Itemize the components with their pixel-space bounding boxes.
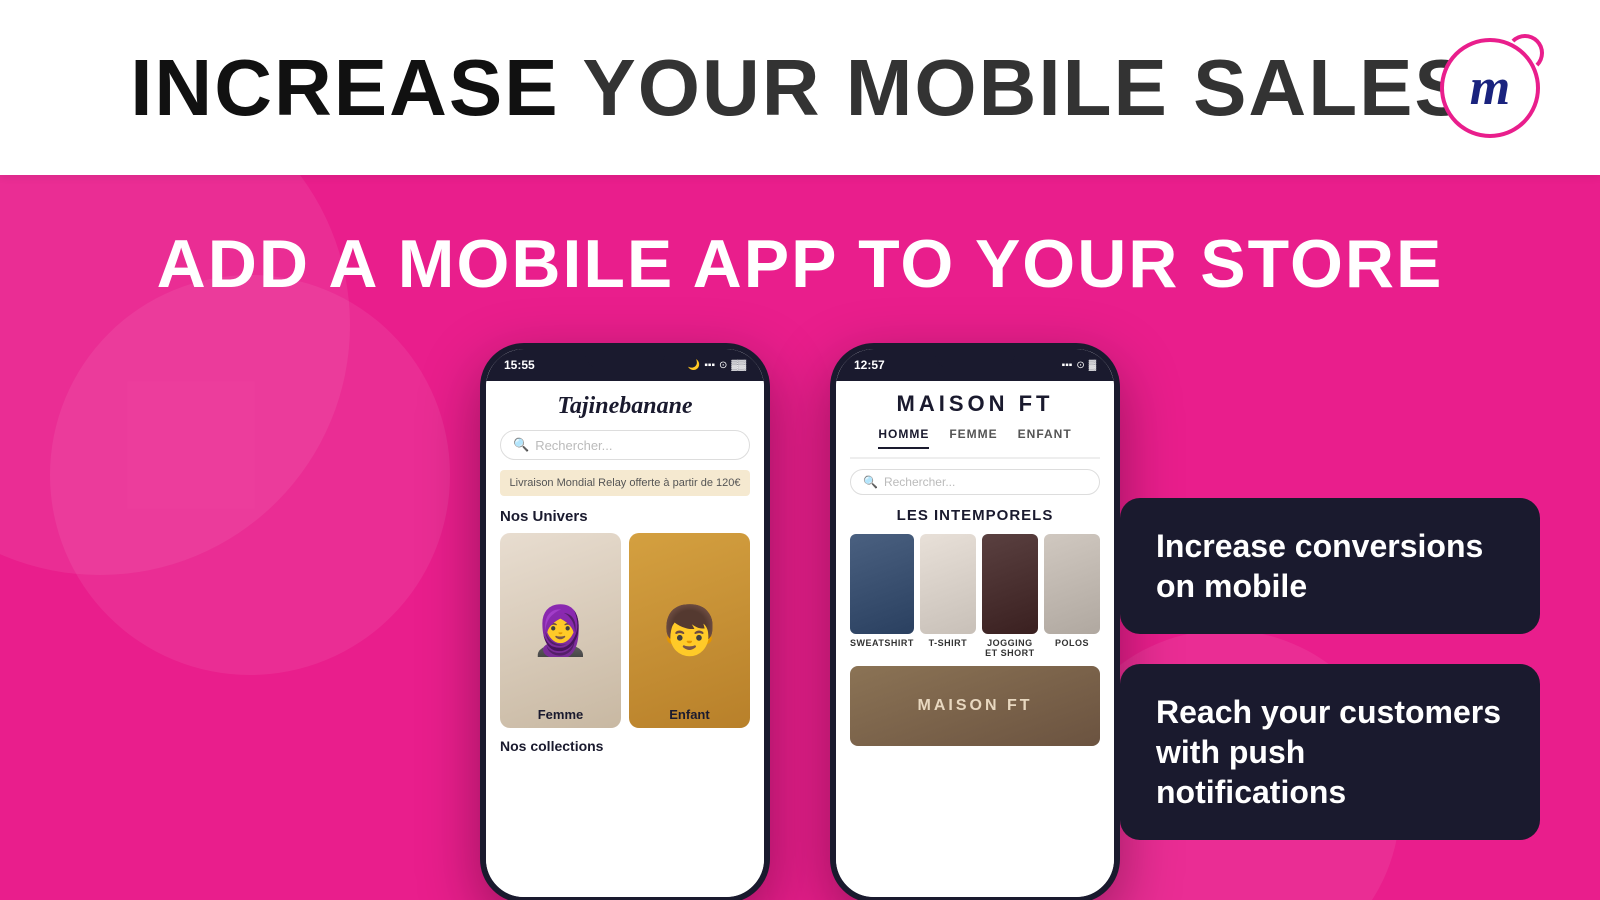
phone2-img-tshirt <box>920 534 976 634</box>
phone2-img-sweatshirt <box>850 534 914 634</box>
feature-card-2-text: Reach your customers with push notificat… <box>1156 694 1501 810</box>
phone2-status-bar: 12:57 ▪▪▪ ⊙ ▓ <box>836 349 1114 381</box>
feature-card-1: Increase conversions on mobile <box>1120 498 1540 634</box>
phone2-img-jogging <box>982 534 1038 634</box>
phone1-search-icon: 🔍 <box>513 437 529 453</box>
phone1-grid: 🧕 Femme 👦 Enfant <box>500 533 750 728</box>
phone1-section-universes: Nos Univers <box>500 508 750 525</box>
header-title: INCREASE YOUR MOBILE SALES <box>130 42 1470 134</box>
phone2-content: MAISON FT HOMME FEMME ENFANT 🔍 Recherche… <box>836 381 1114 900</box>
phone1-battery-icon: ▓▓ <box>731 360 746 371</box>
logo-circle: m <box>1440 38 1540 138</box>
header-rest: YOUR MOBILE SALES <box>560 43 1470 132</box>
phone2-nav: HOMME FEMME ENFANT <box>850 427 1100 459</box>
phone2-label-polos: POLOS <box>1055 638 1089 648</box>
phone2-search: 🔍 Rechercher... <box>850 469 1100 495</box>
phone2-item-tshirt: T-SHIRT <box>920 534 976 658</box>
feature-card-1-text: Increase conversions on mobile <box>1156 528 1483 604</box>
phone1-moon-icon: 🌙 <box>688 360 700 371</box>
feature-cards: Increase conversions on mobile Reach you… <box>1120 498 1540 840</box>
phone2-status-icons: ▪▪▪ ⊙ ▓ <box>1062 360 1096 371</box>
phone2-section-title: LES INTEMPORELS <box>850 507 1100 524</box>
phone2-notch <box>935 349 1015 369</box>
phone1-label-enfant: Enfant <box>629 707 750 722</box>
phone2-search-text: Rechercher... <box>884 475 955 489</box>
phone1-img-femme: 🧕 Femme <box>500 533 621 728</box>
phone2-time: 12:57 <box>854 358 885 372</box>
phone2-signal-icon: ▪▪▪ <box>1062 360 1073 371</box>
phone1-banner: Livraison Mondial Relay offerte à partir… <box>500 470 750 496</box>
phone1-femme-figure: 🧕 <box>500 533 621 728</box>
phone2-mockup: 12:57 ▪▪▪ ⊙ ▓ MAISON FT HOMME FEMME ENFA… <box>830 343 1120 900</box>
main-area: ADD A MOBILE APP TO YOUR STORE 15:55 🌙 ▪… <box>0 175 1600 900</box>
phone1-notch <box>585 349 665 369</box>
phone2-nav-femme: FEMME <box>949 427 997 449</box>
page-wrapper: INCREASE YOUR MOBILE SALES m ADD A MOBIL… <box>0 0 1600 900</box>
phone1-status-icons: 🌙 ▪▪▪ ⊙ ▓▓ <box>688 360 746 371</box>
phone2-img-polos <box>1044 534 1100 634</box>
phone1-section-collections: Nos collections <box>500 738 750 754</box>
phone1-mockup: 15:55 🌙 ▪▪▪ ⊙ ▓▓ Tajinebanane 🔍 Recherch… <box>480 343 770 900</box>
logo-letter: m <box>1470 58 1510 117</box>
phone2-maison-banner: MAISON FT <box>850 666 1100 746</box>
main-subtitle: ADD A MOBILE APP TO YOUR STORE <box>157 225 1444 303</box>
phone2-item-sweatshirt: SWEATSHIRT <box>850 534 914 658</box>
phone2-label-jogging: JOGGING ET SHORT <box>982 638 1038 658</box>
phone1-enfant-figure: 👦 <box>629 533 750 728</box>
phone1-search: 🔍 Rechercher... <box>500 430 750 460</box>
phone1-content: Tajinebanane 🔍 Rechercher... Livraison M… <box>486 381 764 900</box>
phone1-brand: Tajinebanane <box>500 393 750 420</box>
phone2-brand: MAISON FT <box>850 391 1100 417</box>
header-bold-word: INCREASE <box>130 43 559 132</box>
phone1-time: 15:55 <box>504 358 535 372</box>
phone1-status-bar: 15:55 🌙 ▪▪▪ ⊙ ▓▓ <box>486 349 764 381</box>
phone2-wifi-icon: ⊙ <box>1076 360 1084 371</box>
deco-circle-2 <box>50 275 450 675</box>
phone2-battery-icon: ▓ <box>1089 360 1096 371</box>
phone1-label-femme: Femme <box>500 707 621 722</box>
phone2-search-icon: 🔍 <box>863 475 878 489</box>
phone2-grid: SWEATSHIRT T-SHIRT JOGGING ET SHORT <box>850 534 1100 658</box>
feature-card-2: Reach your customers with push notificat… <box>1120 664 1540 840</box>
phones-container: 15:55 🌙 ▪▪▪ ⊙ ▓▓ Tajinebanane 🔍 Recherch… <box>480 343 1120 900</box>
phone2-label-tshirt: T-SHIRT <box>929 638 968 648</box>
phone2-nav-enfant: ENFANT <box>1018 427 1072 449</box>
phone1-signal-icon: ▪▪▪ <box>704 360 715 371</box>
phone1-img-enfant: 👦 Enfant <box>629 533 750 728</box>
header-bar: INCREASE YOUR MOBILE SALES m <box>0 0 1600 175</box>
phone2-item-polos: POLOS <box>1044 534 1100 658</box>
phone1-wifi-icon: ⊙ <box>719 360 727 371</box>
phone2-nav-homme: HOMME <box>878 427 929 449</box>
phone1-search-text: Rechercher... <box>535 438 612 453</box>
phone2-label-sweatshirt: SWEATSHIRT <box>850 638 914 648</box>
phone2-item-jogging: JOGGING ET SHORT <box>982 534 1038 658</box>
